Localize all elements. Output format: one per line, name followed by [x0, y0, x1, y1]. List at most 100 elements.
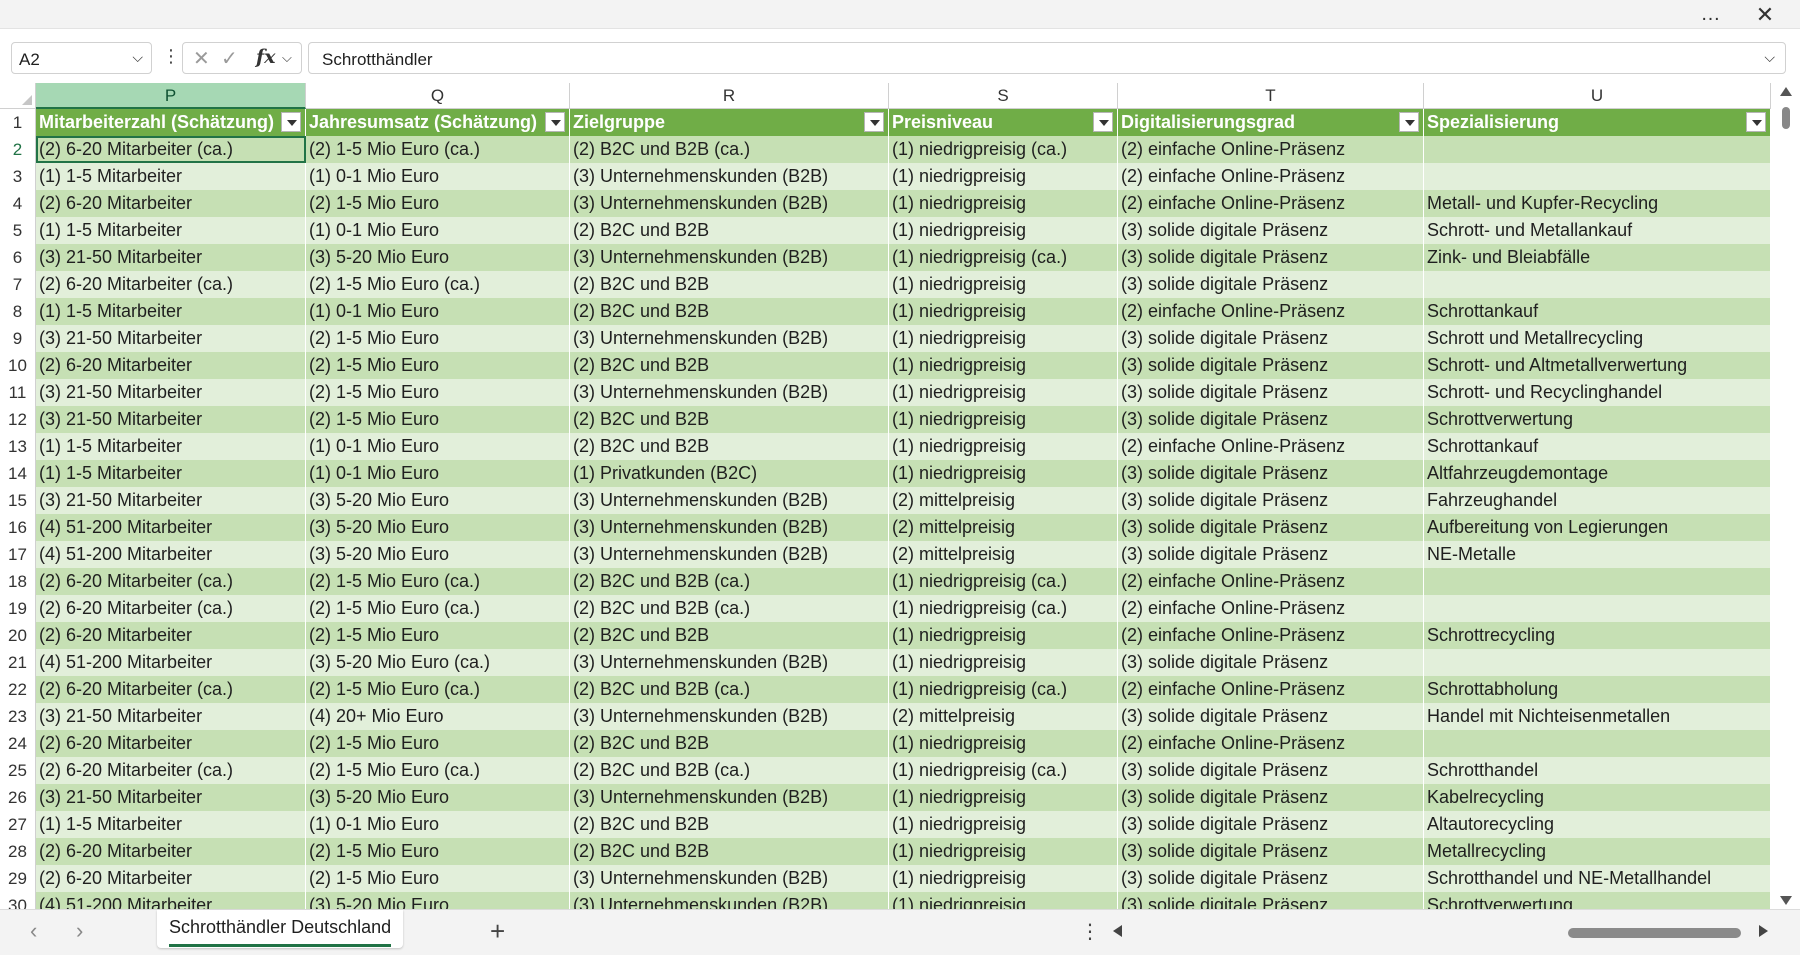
- cell[interactable]: (2) 1-5 Mio Euro: [306, 352, 570, 379]
- cell[interactable]: (2) B2C und B2B (ca.): [570, 568, 889, 595]
- cell[interactable]: (3) Unternehmenskunden (B2B): [570, 379, 889, 406]
- header-cell[interactable]: Spezialisierung: [1424, 109, 1771, 136]
- cell[interactable]: (2) B2C und B2B: [570, 298, 889, 325]
- cell[interactable]: (1) 0-1 Mio Euro: [306, 460, 570, 487]
- cell[interactable]: (4) 51-200 Mitarbeiter: [36, 541, 306, 568]
- cell[interactable]: (1) niedrigpreisig: [889, 163, 1118, 190]
- cell[interactable]: (3) 5-20 Mio Euro: [306, 892, 570, 909]
- row-number[interactable]: 2: [0, 136, 36, 163]
- cell[interactable]: (1) niedrigpreisig: [889, 433, 1118, 460]
- vertical-scrollbar[interactable]: [1771, 83, 1800, 909]
- cell[interactable]: (2) einfache Online-Präsenz: [1118, 163, 1424, 190]
- cell[interactable]: (2) 1-5 Mio Euro: [306, 190, 570, 217]
- name-box[interactable]: A2 ⌵: [11, 42, 152, 74]
- cell[interactable]: (2) 1-5 Mio Euro: [306, 622, 570, 649]
- filter-dropdown-icon[interactable]: [1399, 112, 1419, 132]
- cell[interactable]: (2) 6-20 Mitarbeiter: [36, 352, 306, 379]
- column-header-q[interactable]: Q: [306, 83, 570, 109]
- cell[interactable]: (3) solide digitale Präsenz: [1118, 217, 1424, 244]
- chevron-down-icon[interactable]: ⌵: [132, 49, 143, 66]
- cell[interactable]: Metallrecycling: [1424, 838, 1771, 865]
- filter-dropdown-icon[interactable]: [545, 112, 565, 132]
- cell[interactable]: (2) mittelpreisig: [889, 487, 1118, 514]
- cell[interactable]: (3) Unternehmenskunden (B2B): [570, 190, 889, 217]
- cell[interactable]: (2) 6-20 Mitarbeiter (ca.): [36, 136, 306, 163]
- cell[interactable]: (3) Unternehmenskunden (B2B): [570, 514, 889, 541]
- cell[interactable]: (3) 5-20 Mio Euro: [306, 514, 570, 541]
- cell[interactable]: Metall- und Kupfer-Recycling: [1424, 190, 1771, 217]
- cell[interactable]: (2) B2C und B2B: [570, 217, 889, 244]
- header-cell[interactable]: Digitalisierungsgrad: [1118, 109, 1424, 136]
- cell[interactable]: (1) niedrigpreisig: [889, 325, 1118, 352]
- cell[interactable]: (3) solide digitale Präsenz: [1118, 406, 1424, 433]
- select-all-button[interactable]: [0, 83, 36, 109]
- cell[interactable]: (2) 6-20 Mitarbeiter: [36, 190, 306, 217]
- cell[interactable]: (2) 6-20 Mitarbeiter (ca.): [36, 757, 306, 784]
- row-number[interactable]: 6: [0, 244, 36, 271]
- cell[interactable]: Schrotthandel und NE-Metallhandel: [1424, 865, 1771, 892]
- cell[interactable]: (3) solide digitale Präsenz: [1118, 649, 1424, 676]
- cell[interactable]: (1) niedrigpreisig (ca.): [889, 676, 1118, 703]
- cell[interactable]: Schrottankauf: [1424, 298, 1771, 325]
- cell[interactable]: (3) solide digitale Präsenz: [1118, 244, 1424, 271]
- cell[interactable]: (3) 21-50 Mitarbeiter: [36, 379, 306, 406]
- add-sheet-button[interactable]: +: [490, 916, 505, 947]
- row-number[interactable]: 21: [0, 649, 36, 676]
- cell[interactable]: (1) niedrigpreisig: [889, 406, 1118, 433]
- filter-dropdown-icon[interactable]: [864, 112, 884, 132]
- row-number[interactable]: 27: [0, 811, 36, 838]
- cell[interactable]: (2) 6-20 Mitarbeiter: [36, 865, 306, 892]
- cell[interactable]: (2) B2C und B2B (ca.): [570, 757, 889, 784]
- cell[interactable]: (2) B2C und B2B: [570, 433, 889, 460]
- cell[interactable]: (1) 0-1 Mio Euro: [306, 163, 570, 190]
- cell[interactable]: (1) 1-5 Mitarbeiter: [36, 433, 306, 460]
- cell[interactable]: (3) Unternehmenskunden (B2B): [570, 487, 889, 514]
- cell[interactable]: (1) 1-5 Mitarbeiter: [36, 811, 306, 838]
- cell[interactable]: (2) 1-5 Mio Euro: [306, 325, 570, 352]
- cell[interactable]: Aufbereitung von Legierungen: [1424, 514, 1771, 541]
- cancel-icon[interactable]: ✕: [193, 46, 210, 71]
- horizontal-scroll-thumb[interactable]: [1568, 928, 1741, 938]
- cell[interactable]: (1) 0-1 Mio Euro: [306, 298, 570, 325]
- cell[interactable]: (2) 1-5 Mio Euro: [306, 379, 570, 406]
- cell[interactable]: (1) 1-5 Mitarbeiter: [36, 217, 306, 244]
- cell[interactable]: (3) solide digitale Präsenz: [1118, 487, 1424, 514]
- row-number[interactable]: 23: [0, 703, 36, 730]
- cell[interactable]: (1) niedrigpreisig: [889, 730, 1118, 757]
- row-number[interactable]: 11: [0, 379, 36, 406]
- header-cell[interactable]: Mitarbeiterzahl (Schätzung): [36, 109, 306, 136]
- cell[interactable]: (3) solide digitale Präsenz: [1118, 757, 1424, 784]
- cell[interactable]: (3) 21-50 Mitarbeiter: [36, 784, 306, 811]
- cell[interactable]: (3) Unternehmenskunden (B2B): [570, 865, 889, 892]
- scroll-left-icon[interactable]: [1113, 925, 1122, 937]
- cell[interactable]: [1424, 163, 1771, 190]
- row-number[interactable]: 10: [0, 352, 36, 379]
- next-sheet-icon[interactable]: ›: [76, 918, 83, 944]
- cell[interactable]: (1) niedrigpreisig: [889, 649, 1118, 676]
- cell[interactable]: (2) B2C und B2B (ca.): [570, 676, 889, 703]
- header-cell[interactable]: Preisniveau: [889, 109, 1118, 136]
- cell[interactable]: (3) Unternehmenskunden (B2B): [570, 325, 889, 352]
- cell[interactable]: (3) solide digitale Präsenz: [1118, 541, 1424, 568]
- cell[interactable]: [1424, 730, 1771, 757]
- cell[interactable]: (3) 21-50 Mitarbeiter: [36, 244, 306, 271]
- cell[interactable]: (2) 1-5 Mio Euro: [306, 406, 570, 433]
- cell[interactable]: (2) 1-5 Mio Euro: [306, 730, 570, 757]
- row-number[interactable]: 1: [0, 109, 36, 136]
- formula-input[interactable]: Schrotthändler ⌵: [308, 42, 1786, 74]
- cell[interactable]: (2) einfache Online-Präsenz: [1118, 595, 1424, 622]
- cell[interactable]: (3) solide digitale Präsenz: [1118, 460, 1424, 487]
- cell[interactable]: NE-Metalle: [1424, 541, 1771, 568]
- row-number[interactable]: 16: [0, 514, 36, 541]
- cell[interactable]: (3) Unternehmenskunden (B2B): [570, 892, 889, 909]
- cell[interactable]: (2) 1-5 Mio Euro (ca.): [306, 595, 570, 622]
- row-number[interactable]: 12: [0, 406, 36, 433]
- row-number[interactable]: 30: [0, 892, 36, 909]
- cell[interactable]: (2) B2C und B2B (ca.): [570, 136, 889, 163]
- check-icon[interactable]: ✓: [221, 46, 238, 71]
- cell[interactable]: (3) solide digitale Präsenz: [1118, 892, 1424, 909]
- row-number[interactable]: 29: [0, 865, 36, 892]
- filter-dropdown-icon[interactable]: [1746, 112, 1766, 132]
- cell[interactable]: (1) niedrigpreisig: [889, 379, 1118, 406]
- cell[interactable]: (1) niedrigpreisig: [889, 838, 1118, 865]
